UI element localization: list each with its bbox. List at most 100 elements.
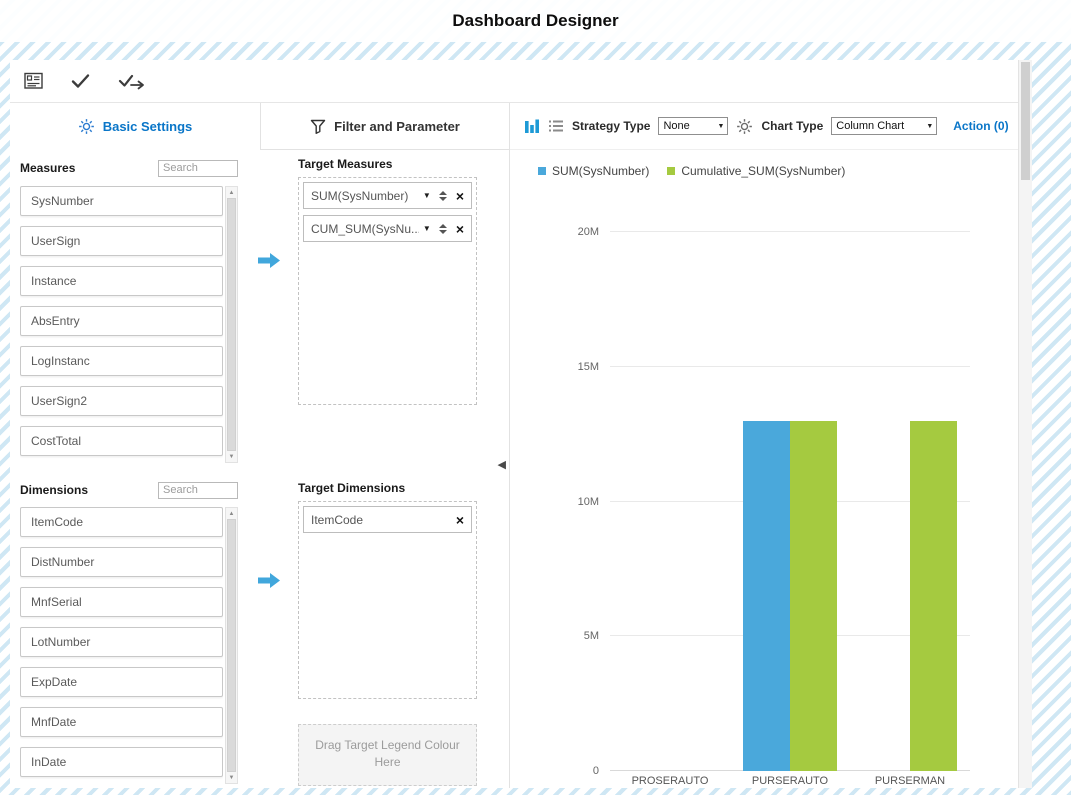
measure-item-label: Instance <box>31 274 76 288</box>
column-chart-icon <box>524 118 540 134</box>
target-dimensions-label: Target Dimensions <box>298 481 477 495</box>
legend-colour-dropzone[interactable]: Drag Target Legend Colour Here <box>298 724 477 786</box>
target-dimension-item[interactable]: ItemCode × <box>303 506 472 533</box>
chart-type-value: Column Chart <box>836 120 904 132</box>
page-title: Dashboard Designer <box>452 11 618 31</box>
target-measures-dropzone[interactable]: SUM(SysNumber)▼×CUM_SUM(SysNu...▼× <box>298 177 477 405</box>
dimensions-list: ItemCode DistNumber MnfSerial LotNumber ExpD… <box>20 507 223 784</box>
panels: Basic Settings Measures SysNumber UserSig… <box>10 103 1018 788</box>
chart-bar[interactable] <box>910 421 957 771</box>
move-vertical-icon[interactable] <box>439 191 447 201</box>
y-axis-label: 15M <box>578 361 599 373</box>
measure-item[interactable]: UserSign2 <box>20 386 223 416</box>
apply-run-button[interactable] <box>118 72 146 91</box>
action-link[interactable]: Action (0) <box>953 119 1008 133</box>
target-measure-item[interactable]: CUM_SUM(SysNu...▼× <box>303 215 472 242</box>
chart-bar[interactable] <box>743 421 790 771</box>
target-dimensions-dropzone[interactable]: ItemCode × <box>298 501 477 699</box>
target-measure-item[interactable]: SUM(SysNumber)▼× <box>303 182 472 209</box>
y-axis-label: 0 <box>593 765 599 777</box>
measure-item[interactable]: UserSign <box>20 226 223 256</box>
chart-toolbar: Strategy Type None ▼ <box>510 103 1018 150</box>
legend-item: Cumulative_SUM(SysNumber) <box>667 164 845 178</box>
legend-item: SUM(SysNumber) <box>538 164 649 178</box>
measure-item[interactable]: AbsEntry <box>20 306 223 336</box>
confirm-button[interactable] <box>70 72 92 90</box>
gear-icon[interactable] <box>736 118 753 135</box>
strategy-type-select[interactable]: None ▼ <box>658 117 728 135</box>
measure-item[interactable]: CostTotal <box>20 426 223 456</box>
caret-down-icon[interactable]: ▼ <box>423 191 431 200</box>
dimension-item-label: MnfSerial <box>31 595 82 609</box>
move-vertical-icon[interactable] <box>439 224 447 234</box>
column-chart-view-button[interactable] <box>524 118 540 134</box>
dimensions-list-wrap: ItemCode DistNumber MnfSerial LotNumber ExpD… <box>20 507 238 784</box>
arrow-right-icon <box>258 252 281 269</box>
dimensions-label: Dimensions <box>20 483 88 497</box>
dimension-item[interactable]: MnfSerial <box>20 587 223 617</box>
measure-item-label: AbsEntry <box>31 314 80 328</box>
app-header: Dashboard Designer <box>0 0 1071 42</box>
scrollbar-thumb[interactable] <box>227 519 236 772</box>
measure-item-label: LogInstanc <box>31 354 90 368</box>
page-scrollbar[interactable] <box>1018 60 1032 788</box>
measure-item[interactable]: SysNumber <box>20 186 223 216</box>
legend-label: SUM(SysNumber) <box>552 164 649 178</box>
list-view-button[interactable] <box>548 119 564 133</box>
dimension-item[interactable]: DistNumber <box>20 547 223 577</box>
page: Dashboard Designer <box>0 0 1071 795</box>
toolbar <box>10 60 1018 103</box>
arrow-right-icon <box>258 572 281 589</box>
dimension-item[interactable]: ItemCode <box>20 507 223 537</box>
caret-down-icon[interactable]: ▼ <box>423 224 431 233</box>
target-measures-label: Target Measures <box>298 157 477 171</box>
dimension-item[interactable]: MnfDate <box>20 707 223 737</box>
collapse-left-icon[interactable]: ◀ <box>498 460 506 471</box>
category-slot <box>730 232 850 771</box>
scroll-down-icon[interactable]: ▼ <box>226 772 237 783</box>
dimension-item-label: InDate <box>31 755 66 769</box>
form-icon <box>24 72 44 90</box>
chart-area: SUM(SysNumber)Cumulative_SUM(SysNumber) … <box>510 150 1018 788</box>
dimensions-scrollbar[interactable]: ▲ ▼ <box>225 507 238 784</box>
measures-scrollbar[interactable]: ▲ ▼ <box>225 186 238 463</box>
plot-slots <box>610 232 970 771</box>
dimension-item[interactable]: LotNumber <box>20 627 223 657</box>
dimensions-search-input[interactable] <box>158 482 238 499</box>
measure-item-label: UserSign <box>31 234 80 248</box>
dimension-item-label: MnfDate <box>31 715 76 729</box>
filter-parameter-panel: Filter and Parameter Target Measures SUM… <box>260 103 510 788</box>
dimension-item[interactable]: ExpDate <box>20 667 223 697</box>
measure-item[interactable]: Instance <box>20 266 223 296</box>
close-icon[interactable]: × <box>456 189 464 203</box>
chart-bar[interactable] <box>790 421 837 771</box>
x-axis-label: PURSERMAN <box>850 775 970 787</box>
caret-down-icon: ▼ <box>926 123 933 130</box>
y-axis-label: 10M <box>578 496 599 508</box>
dimension-item-label: LotNumber <box>31 635 90 649</box>
y-axis-label: 20M <box>578 226 599 238</box>
chart-type-select[interactable]: Column Chart ▼ <box>831 117 937 135</box>
funnel-icon <box>310 119 326 134</box>
measures-label: Measures <box>20 161 75 175</box>
close-icon[interactable]: × <box>456 513 464 527</box>
measures-search-input[interactable] <box>158 160 238 177</box>
scroll-up-icon[interactable]: ▲ <box>226 508 237 519</box>
form-settings-button[interactable] <box>24 72 44 90</box>
scrollbar-thumb[interactable] <box>1021 62 1030 180</box>
close-icon[interactable]: × <box>456 222 464 236</box>
basic-settings-header: Basic Settings <box>10 103 260 150</box>
y-axis-label: 5M <box>584 630 599 642</box>
scrollbar-thumb[interactable] <box>227 198 236 451</box>
gear-icon <box>78 118 95 135</box>
scroll-down-icon[interactable]: ▼ <box>226 451 237 462</box>
filter-parameter-header: Filter and Parameter <box>260 103 509 150</box>
target-dimension-item-label: ItemCode <box>311 513 447 527</box>
chart-legend: SUM(SysNumber) Cumulative_SUM(SysNumber) <box>538 164 845 178</box>
dimension-item[interactable]: InDate <box>20 747 223 777</box>
x-axis-label: PURSERAUTO <box>730 775 850 787</box>
scroll-up-icon[interactable]: ▲ <box>226 187 237 198</box>
list-view-icon <box>548 119 564 133</box>
measure-item[interactable]: LogInstanc <box>20 346 223 376</box>
measure-item-label: CostTotal <box>31 434 81 448</box>
